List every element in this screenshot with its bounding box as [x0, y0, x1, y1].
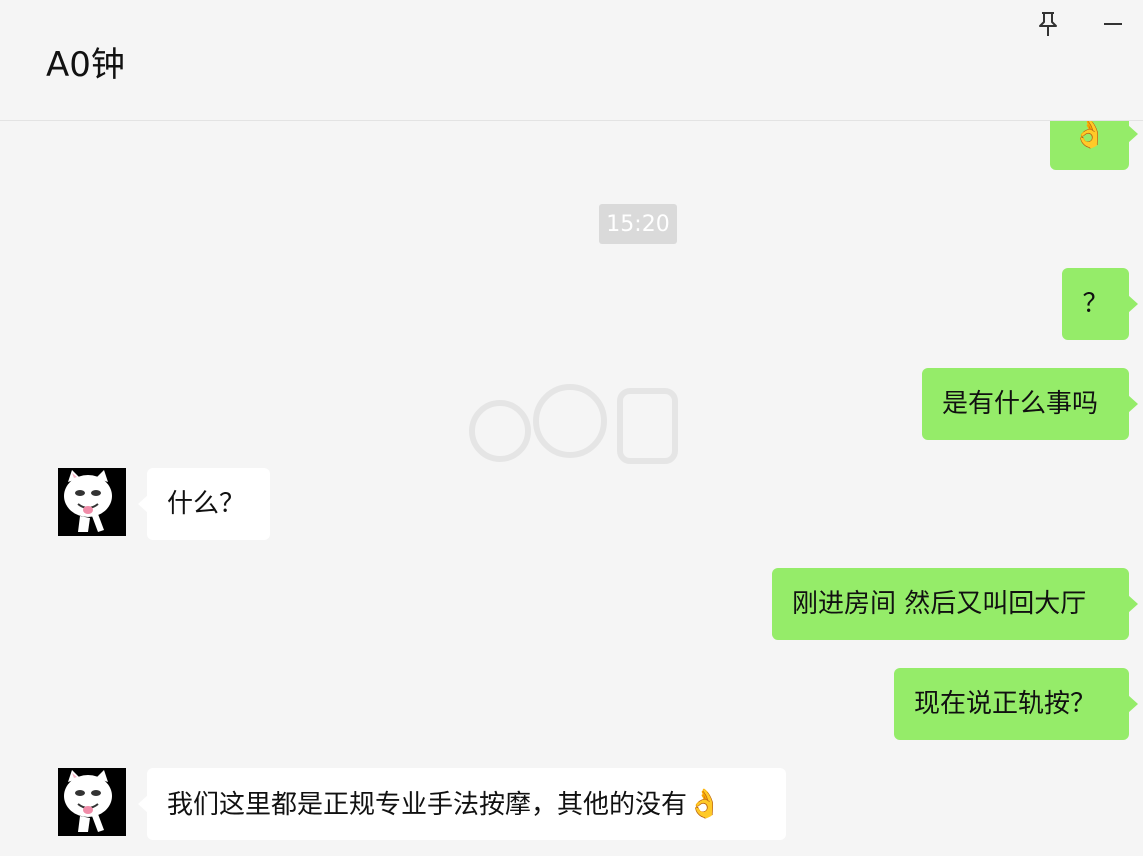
received-message-bubble[interactable]: 我们这里都是正规专业手法按摩，其他的没有👌 [138, 768, 786, 840]
cat-avatar-icon [64, 470, 112, 532]
message-timestamp: 15:20 [599, 204, 677, 244]
message-list[interactable]: 👌 15:20 ？ 是有什么事吗 什么？ 刚进房间 然后又叫回大厅 现在说正轨按… [0, 121, 1143, 856]
watermark-logo [469, 384, 678, 464]
pin-button[interactable] [1034, 10, 1062, 38]
minimize-button[interactable] [1099, 10, 1127, 38]
cat-avatar-icon [64, 770, 112, 832]
received-message-bubble[interactable]: 什么？ [138, 468, 270, 540]
sent-sticker-bubble[interactable]: 👌 [1050, 121, 1138, 170]
message-text: ？ [1082, 289, 1109, 319]
sent-message-bubble[interactable]: ？ [1062, 268, 1138, 340]
sent-message-bubble[interactable]: 现在说正轨按？ [894, 668, 1138, 740]
chat-header: A0钟 [0, 0, 1143, 121]
sent-message-bubble[interactable]: 刚进房间 然后又叫回大厅 [772, 568, 1138, 640]
chat-title: A0钟 [46, 45, 125, 85]
pin-icon [1039, 12, 1057, 36]
contact-avatar[interactable] [58, 468, 126, 536]
message-text: 什么？ [167, 489, 246, 519]
message-text: 现在说正轨按？ [914, 689, 1097, 719]
ok-hand-icon: 👌 [687, 787, 722, 820]
sent-message-bubble[interactable]: 是有什么事吗 [922, 368, 1138, 440]
minimize-icon [1104, 23, 1122, 25]
ok-hand-icon: 👌 [1072, 121, 1107, 150]
contact-avatar[interactable] [58, 768, 126, 836]
message-text: 刚进房间 然后又叫回大厅 [792, 589, 1087, 619]
message-text: 是有什么事吗 [942, 389, 1099, 419]
message-text: 我们这里都是正规专业手法按摩，其他的没有 [167, 790, 688, 820]
